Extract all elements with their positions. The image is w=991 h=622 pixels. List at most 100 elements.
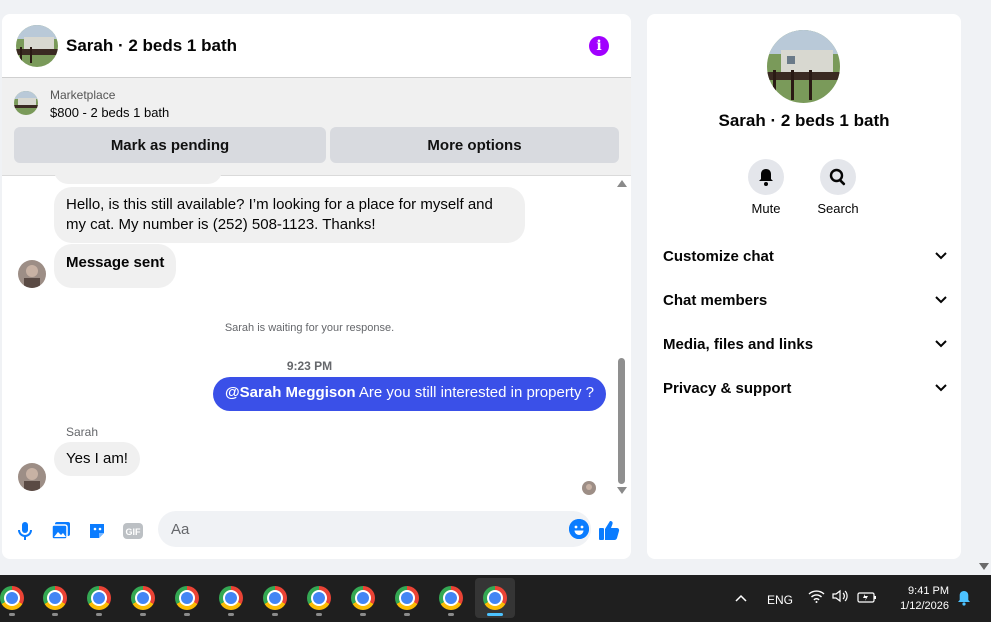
chrome-icon [0,586,24,610]
marketplace-label: Marketplace [50,88,116,102]
open-indicator [272,613,278,616]
chrome-icon [87,586,111,610]
listing-thumbnail[interactable] [14,91,38,115]
section-label: Privacy & support [663,379,792,397]
open-indicator [184,613,190,616]
taskbar-chrome-app[interactable] [343,578,383,618]
listing-price-title[interactable]: $800 - 2 beds 1 bath [50,105,169,120]
search-label: Search [817,201,859,216]
info-icon[interactable]: i [589,36,609,56]
message-sent-status: Message sent [54,244,177,288]
microphone-icon[interactable] [13,519,37,543]
taskbar-chrome-app[interactable] [79,578,119,618]
open-indicator [228,613,234,616]
open-indicator [360,613,366,616]
gif-label: GIF [126,527,142,537]
section-label: Media, files and links [663,335,814,353]
notification-bell-icon[interactable] [957,590,971,609]
open-indicator [448,613,454,616]
message-input[interactable]: Aa [158,511,591,547]
chevron-down-icon [935,384,947,392]
photo-icon[interactable] [49,519,73,543]
show-hidden-icons-chevron-icon[interactable] [735,589,747,605]
section-media-files-links[interactable]: Media, files and links [663,332,947,356]
chat-title: Sarah · 2 beds 1 bath [66,35,237,55]
clock-time: 9:41 PM [908,585,949,597]
section-label: Customize chat [663,247,774,265]
scroll-thumb[interactable] [618,358,625,484]
mute-action[interactable]: Mute [736,159,796,216]
scroll-up-arrow[interactable] [617,180,627,187]
outgoing-text: Are you still interested in property ? [355,384,594,401]
open-indicator [52,613,58,616]
open-indicator [96,613,102,616]
section-label: Chat members [663,291,768,309]
info-title: Sarah · 2 beds 1 bath [718,111,890,130]
taskbar-chrome-app[interactable] [167,578,207,618]
chrome-icon [307,586,331,610]
chevron-down-icon [935,296,947,304]
taskbar-chrome-app[interactable] [0,578,32,618]
taskbar: ENG 9:41 PM 1/12/2026 [0,575,991,622]
language-indicator[interactable]: ENG [767,593,793,607]
more-options-button[interactable]: More options [330,127,619,163]
scroll-down-arrow[interactable] [617,487,627,494]
listing-avatar[interactable] [16,24,58,67]
search-action[interactable]: Search [808,159,868,216]
outgoing-message[interactable]: @Sarah Meggison Are you still interested… [213,377,606,411]
chrome-icon [395,586,419,610]
section-privacy-support[interactable]: Privacy & support [663,376,947,400]
chrome-icon [483,586,507,610]
section-customize-chat[interactable]: Customize chat [663,244,947,268]
composer: GIF Aa [2,511,631,551]
gif-icon[interactable]: GIF [121,519,145,543]
taskbar-chrome-app[interactable] [431,578,471,618]
taskbar-chrome-app[interactable] [211,578,251,618]
chevron-down-icon [935,340,947,348]
chrome-icon [219,586,243,610]
chrome-icon [175,586,199,610]
mention[interactable]: @Sarah Meggison [225,384,355,401]
chrome-icon [351,586,375,610]
message-scrollbar[interactable] [617,180,627,494]
chrome-icon [263,586,287,610]
emoji-icon[interactable] [569,519,589,539]
clock[interactable]: 9:41 PM 1/12/2026 [895,584,949,614]
sticker-icon[interactable] [85,519,109,543]
search-icon[interactable] [820,159,856,195]
incoming-message-2[interactable]: Yes I am! [54,442,140,476]
taskbar-chrome-app[interactable] [255,578,295,618]
previous-bubble [54,170,222,184]
page-scroll-down-arrow[interactable] [979,563,989,570]
open-indicator [9,613,15,616]
chat-panel: Sarah · 2 beds 1 bath i Marketplace $800… [2,14,631,559]
mark-as-pending-button[interactable]: Mark as pending [14,127,326,163]
taskbar-chrome-app[interactable] [123,578,163,618]
chat-info-panel: Sarah · 2 beds 1 bath Mute Search Custom… [647,14,961,559]
incoming-message[interactable]: Hello, is this still available? I’m look… [54,187,525,243]
seen-indicator-avatar [582,481,596,495]
battery-charging-icon[interactable] [857,590,877,606]
clock-date: 1/12/2026 [900,600,949,612]
open-indicator [316,613,322,616]
taskbar-chrome-app[interactable] [387,578,427,618]
bell-icon[interactable] [748,159,784,195]
taskbar-chrome-app-active[interactable] [475,578,515,618]
sarah-avatar-2[interactable] [18,463,46,491]
wifi-icon[interactable] [808,589,825,606]
chrome-icon [131,586,155,610]
thumbs-up-icon[interactable] [597,518,621,542]
taskbar-chrome-app[interactable] [299,578,339,618]
mute-label: Mute [751,201,781,216]
chrome-icon [439,586,463,610]
message-list[interactable]: Hello, is this still available? I’m look… [2,170,631,496]
sender-name: Sarah [66,425,99,439]
chrome-icon [43,586,67,610]
chat-header: Sarah · 2 beds 1 bath i [2,14,631,78]
volume-icon[interactable] [832,589,849,606]
section-chat-members[interactable]: Chat members [663,288,947,312]
taskbar-chrome-app[interactable] [35,578,75,618]
listing-avatar-large[interactable] [767,30,840,103]
sarah-avatar[interactable] [18,260,46,288]
open-indicator [140,613,146,616]
